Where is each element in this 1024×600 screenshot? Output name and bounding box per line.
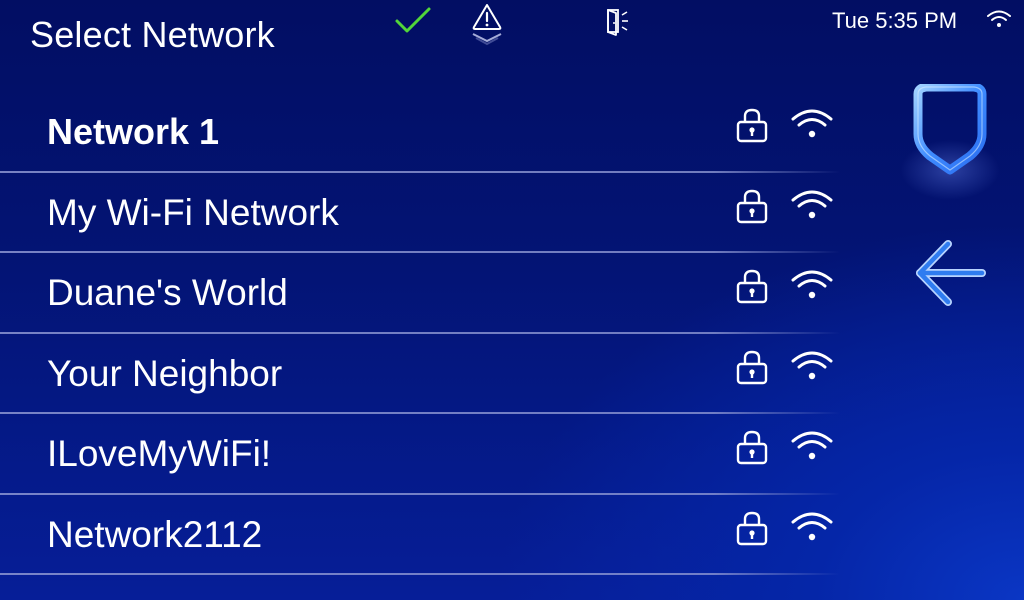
wifi-signal-icon [791, 190, 833, 218]
clock: Tue 5:35 PM [832, 8, 958, 33]
wifi-icon[interactable] [986, 9, 1012, 29]
network-name: Duane's World [47, 272, 288, 313]
wifi-signal-icon [791, 270, 833, 299]
lock-icon [736, 189, 768, 223]
back-arrow-icon[interactable] [916, 240, 986, 306]
network-name: My Wi-Fi Network [47, 191, 339, 233]
lock-icon [736, 350, 768, 384]
network-row[interactable]: ILoveMyWiFi! [0, 414, 840, 495]
network-name: Network 1 [47, 111, 220, 152]
side-panel [890, 70, 1024, 330]
wifi-signal-icon [791, 109, 833, 138]
lock-icon [736, 108, 768, 143]
network-list: Network 1 My Wi-Fi Network Duane's World [0, 92, 840, 575]
network-row[interactable]: Network 1 [0, 92, 840, 173]
wifi-signal-icon [791, 351, 833, 379]
status-bar: Select Network Tue 5:35 PM [0, 0, 1024, 60]
lock-icon [736, 511, 768, 545]
network-name: ILoveMyWiFi! [47, 433, 272, 474]
shield-icon[interactable] [912, 84, 988, 176]
network-row[interactable]: Your Neighbor [0, 334, 840, 415]
lock-icon [736, 269, 768, 304]
wifi-signal-icon [791, 512, 833, 540]
check-icon[interactable] [394, 6, 432, 34]
network-row[interactable]: My Wi-Fi Network [0, 173, 840, 254]
network-row[interactable]: Duane's World [0, 253, 840, 334]
network-row[interactable]: Network2112 [0, 495, 840, 576]
page-title: Select Network [30, 14, 275, 55]
network-name: Network2112 [47, 513, 263, 555]
network-name: Your Neighbor [47, 352, 283, 394]
alert-triangle-icon[interactable] [470, 3, 504, 47]
door-open-icon[interactable] [605, 7, 635, 37]
lock-icon [736, 430, 768, 465]
wifi-signal-icon [791, 431, 833, 460]
